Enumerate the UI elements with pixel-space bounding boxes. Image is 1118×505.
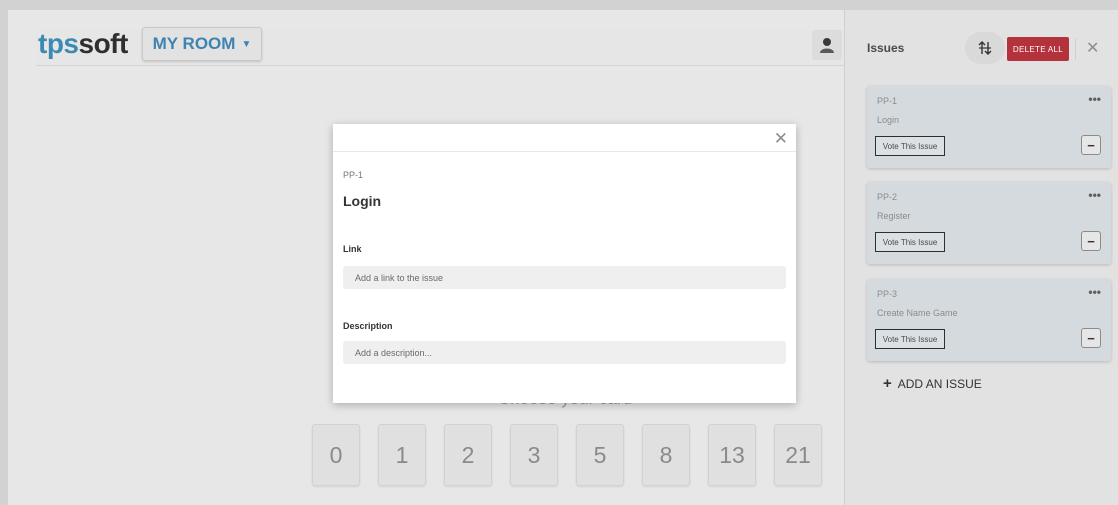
vote-this-issue-button[interactable]: Vote This Issue (875, 329, 945, 349)
issue-title: Register (877, 211, 911, 221)
close-icon[interactable]: ✕ (774, 129, 788, 149)
user-avatar-icon (820, 38, 834, 53)
issue-card[interactable]: PP-1 ••• Login Vote This Issue − (867, 86, 1111, 168)
logo: tps soft (38, 28, 128, 60)
vote-card[interactable]: 3 (510, 424, 558, 486)
modal-issue-title[interactable]: Login (343, 193, 381, 209)
vote-card[interactable]: 8 (642, 424, 690, 486)
issue-card[interactable]: PP-2 ••• Register Vote This Issue − (867, 182, 1111, 264)
logo-text-soft: soft (78, 28, 129, 59)
issue-title: Create Name Game (877, 308, 958, 318)
issue-title: Login (877, 115, 900, 125)
remove-issue-button[interactable]: − (1081, 135, 1101, 155)
room-dropdown-label: MY ROOM (152, 34, 236, 53)
add-issue-label: ADD AN ISSUE (897, 376, 982, 391)
modal-header-divider (333, 151, 796, 152)
issues-panel-title: Issues (867, 41, 905, 55)
sort-arrows-icon (978, 41, 992, 55)
link-input[interactable]: Add a link to the issue (343, 266, 786, 289)
description-input[interactable]: Add a description... (343, 341, 786, 364)
panel-divider (1075, 38, 1076, 60)
logo-text-tps: tps (38, 28, 79, 59)
close-icon[interactable]: ✕ (1086, 38, 1099, 58)
issue-card[interactable]: PP-3 ••• Create Name Game Vote This Issu… (867, 279, 1111, 361)
add-issue-button[interactable]: + ADD AN ISSUE (883, 376, 982, 391)
issue-key: PP-3 (877, 289, 898, 299)
chevron-down-icon: ▼ (241, 38, 252, 50)
vote-this-issue-button[interactable]: Vote This Issue (875, 232, 945, 252)
issue-key: PP-1 (877, 96, 898, 106)
room-dropdown-button[interactable]: MY ROOM ▼ (142, 27, 262, 61)
plus-icon: + (883, 375, 892, 392)
more-dots-icon[interactable]: ••• (1088, 92, 1101, 106)
issue-detail-modal: ✕ PP-1 Login Link Add a link to the issu… (333, 124, 796, 403)
delete-all-button[interactable]: DELETE ALL (1007, 37, 1069, 61)
issue-key: PP-2 (877, 192, 898, 202)
vote-card[interactable]: 13 (708, 424, 756, 486)
modal-issue-key: PP-1 (343, 170, 364, 180)
vote-this-issue-button[interactable]: Vote This Issue (875, 136, 945, 156)
vote-card[interactable]: 2 (444, 424, 492, 486)
vote-card[interactable]: 1 (378, 424, 426, 486)
sort-button[interactable] (965, 32, 1005, 64)
remove-issue-button[interactable]: − (1081, 328, 1101, 348)
vote-card[interactable]: 21 (774, 424, 822, 486)
more-dots-icon[interactable]: ••• (1088, 188, 1101, 202)
user-avatar[interactable] (812, 30, 842, 60)
vote-card[interactable]: 0 (312, 424, 360, 486)
link-label: Link (343, 244, 362, 254)
vote-card[interactable]: 5 (576, 424, 624, 486)
issues-panel: Issues DELETE ALL ✕ PP-1 ••• Login Vote … (844, 10, 1118, 505)
remove-issue-button[interactable]: − (1081, 231, 1101, 251)
description-label: Description (343, 321, 393, 331)
card-deck: 0 1 2 3 5 8 13 21 (312, 424, 822, 486)
more-dots-icon[interactable]: ••• (1088, 285, 1101, 299)
